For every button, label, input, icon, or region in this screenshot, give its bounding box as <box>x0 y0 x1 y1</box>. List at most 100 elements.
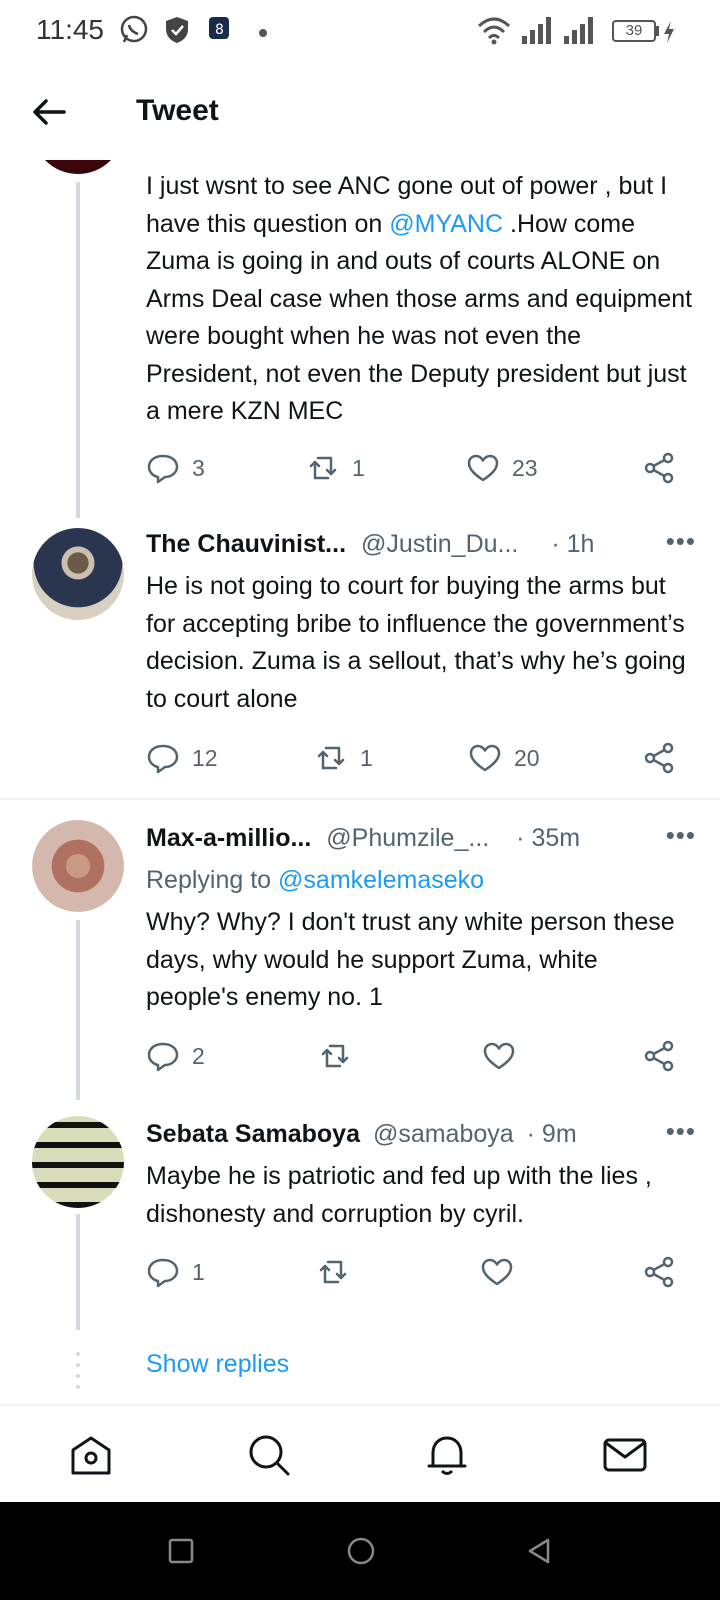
reply-icon <box>147 744 179 774</box>
share-icon <box>644 1256 674 1288</box>
home-icon[interactable] <box>68 1432 114 1478</box>
mention-link[interactable]: @MYANC <box>389 210 503 238</box>
reply-button[interactable]: 2 <box>146 1036 205 1076</box>
reply-count: 2 <box>192 1042 205 1069</box>
tweet-time: · 9m <box>526 1120 577 1148</box>
battery-tip <box>656 26 659 36</box>
signal-icon-2 <box>564 17 593 44</box>
tweet-item[interactable]: I just wsnt to see ANC gone out of power… <box>0 160 720 518</box>
retweet-button[interactable]: 1 <box>314 738 373 778</box>
more-options-icon[interactable]: ••• <box>666 526 696 557</box>
replying-to-link[interactable]: @samkelemaseko <box>278 866 484 894</box>
tweet-text: Maybe he is patriotic and fed up with th… <box>146 1162 652 1228</box>
thread-line <box>76 182 80 518</box>
heart-icon <box>469 744 501 772</box>
app-notification-icon: 8 <box>209 17 229 39</box>
heart-icon <box>481 1258 513 1286</box>
thread-line <box>76 920 80 1100</box>
tweet-header: Max-a-millio... @Phumzile_... · 35m <box>146 824 696 860</box>
reply-count: 3 <box>192 454 205 481</box>
share-icon <box>644 742 674 774</box>
signal-icon-1 <box>522 17 551 44</box>
like-button[interactable] <box>482 1036 516 1076</box>
retweet-button[interactable] <box>316 1252 350 1292</box>
show-replies-link[interactable]: Show replies <box>146 1350 289 1379</box>
retweet-button[interactable]: 1 <box>306 448 365 488</box>
bottom-tab-bar <box>0 1404 720 1502</box>
author-name[interactable]: Max-a-millio... <box>146 824 311 852</box>
reply-count: 1 <box>192 1258 205 1285</box>
status-bar: 11:45 8 39 <box>0 0 720 64</box>
reply-button[interactable]: 3 <box>146 448 205 488</box>
avatar[interactable] <box>32 1116 124 1208</box>
retweet-icon <box>309 456 337 480</box>
like-count: 23 <box>512 454 538 481</box>
reply-count: 12 <box>192 744 218 771</box>
share-button[interactable] <box>642 738 676 778</box>
notifications-icon[interactable] <box>424 1432 470 1478</box>
avatar[interactable] <box>32 160 124 174</box>
system-navigation-bar <box>0 1502 720 1600</box>
whatsapp-icon <box>120 15 148 43</box>
retweet-count: 1 <box>360 744 373 771</box>
messages-icon[interactable] <box>602 1432 648 1478</box>
svg-text:8: 8 <box>215 22 224 38</box>
thread-line <box>76 1214 80 1330</box>
tweet-item[interactable]: The Chauvinist... @Justin_Du... · 1h •••… <box>0 518 720 798</box>
thread-continuation-dots <box>76 1352 80 1389</box>
tweet-text: Why? Why? I don't trust any white person… <box>146 908 675 1011</box>
tweet-item[interactable]: Sebata Samaboya @samaboya · 9m ••• Maybe… <box>0 1100 720 1400</box>
tweet-item[interactable]: Max-a-millio... @Phumzile_... · 35m ••• … <box>0 800 720 1100</box>
more-options-icon[interactable]: ••• <box>666 1116 696 1147</box>
reply-button[interactable]: 12 <box>146 738 218 778</box>
tweet-header: The Chauvinist... @Justin_Du... · 1h <box>146 530 696 566</box>
recents-icon[interactable] <box>166 1536 196 1566</box>
share-button[interactable] <box>642 1036 676 1076</box>
retweet-count: 1 <box>352 454 365 481</box>
more-options-icon[interactable]: ••• <box>666 820 696 851</box>
like-button[interactable] <box>480 1252 514 1292</box>
author-handle[interactable]: @Phumzile_... <box>326 824 489 852</box>
shield-icon <box>166 17 188 43</box>
reply-icon <box>147 454 179 484</box>
share-icon <box>644 452 674 484</box>
page-title: Tweet <box>136 94 219 127</box>
tweet-text: He is not going to court for buying the … <box>146 572 686 713</box>
tweet-header: Sebata Samaboya @samaboya · 9m <box>146 1120 696 1156</box>
replying-to: Replying to @samkelemaseko <box>146 866 485 894</box>
retweet-button[interactable] <box>318 1036 352 1076</box>
status-time: 11:45 <box>36 14 104 45</box>
author-name[interactable]: Sebata Samaboya <box>146 1120 360 1148</box>
reply-button[interactable]: 1 <box>146 1252 205 1292</box>
charging-icon <box>664 21 674 43</box>
heart-icon <box>483 1042 515 1070</box>
search-icon[interactable] <box>246 1432 292 1478</box>
like-button[interactable]: 23 <box>466 448 538 488</box>
tweet-text: I just wsnt to see ANC gone out of power… <box>146 172 693 425</box>
share-icon <box>644 1040 674 1072</box>
reply-icon <box>147 1042 179 1072</box>
back-nav-icon[interactable] <box>524 1536 554 1566</box>
tweet-actions: 12 1 20 <box>146 738 686 778</box>
notification-dot-icon <box>259 29 267 37</box>
like-button[interactable]: 20 <box>468 738 540 778</box>
author-name[interactable]: The Chauvinist... <box>146 530 346 558</box>
tweet-time: · 35m <box>516 824 581 852</box>
like-count: 20 <box>514 744 540 771</box>
share-button[interactable] <box>642 1252 676 1292</box>
tweet-actions: 2 <box>146 1036 686 1076</box>
author-handle[interactable]: @Justin_Du... <box>361 530 518 558</box>
heart-icon <box>467 454 499 482</box>
tweet-actions: 1 <box>146 1252 686 1292</box>
retweet-icon <box>319 1260 347 1284</box>
author-handle[interactable]: @samaboya <box>373 1120 514 1148</box>
home-nav-icon[interactable] <box>346 1536 376 1566</box>
avatar[interactable] <box>32 528 124 620</box>
retweet-icon <box>317 746 345 770</box>
share-button[interactable] <box>642 448 676 488</box>
tweet-actions: 3 1 23 <box>146 448 686 488</box>
tweet-feed[interactable]: I just wsnt to see ANC gone out of power… <box>0 160 720 1404</box>
tweet-time: · 1h <box>551 530 595 558</box>
back-arrow-icon[interactable] <box>30 92 70 132</box>
avatar[interactable] <box>32 820 124 912</box>
